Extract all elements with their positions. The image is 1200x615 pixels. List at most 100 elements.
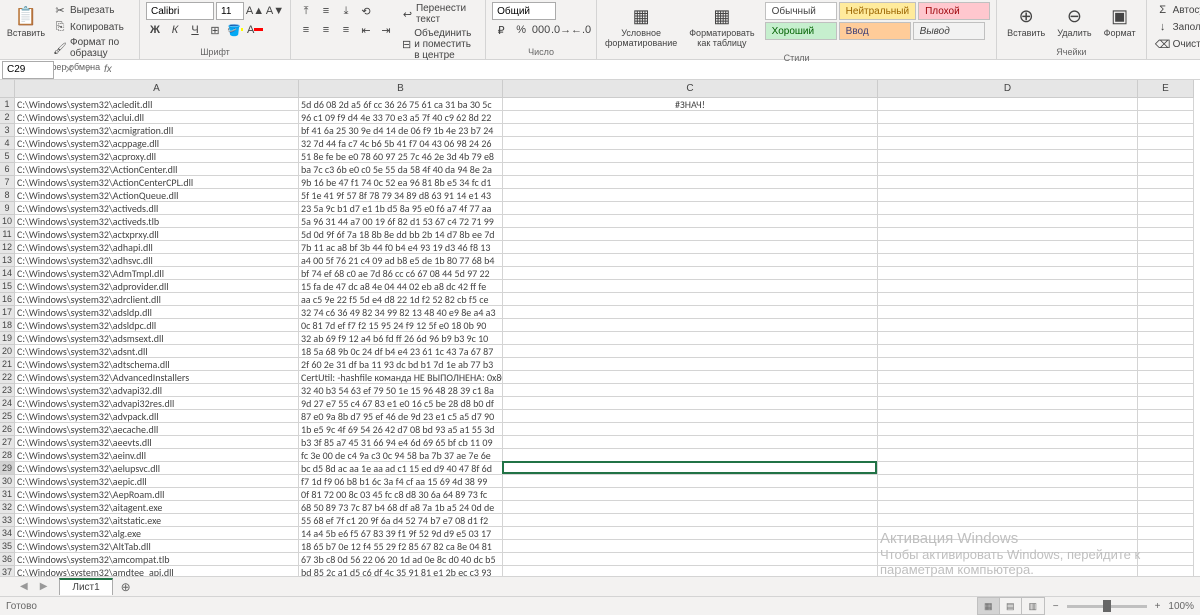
cut-button[interactable]: ✂Вырезать [50, 2, 133, 18]
row-header[interactable]: 1 [0, 98, 15, 111]
row-header[interactable]: 12 [0, 241, 15, 254]
cell[interactable] [878, 228, 1138, 241]
cell[interactable] [1138, 475, 1194, 488]
cell[interactable] [1138, 553, 1194, 566]
fill-button[interactable]: ↓Заполнить [1153, 19, 1200, 35]
cell[interactable] [1138, 449, 1194, 462]
cell[interactable] [503, 462, 878, 475]
cell[interactable] [503, 319, 878, 332]
cell[interactable]: f7 1d f9 06 b8 b1 6c 3a f4 cf aa 15 69 4… [299, 475, 503, 488]
cell[interactable]: 51 8e fe be e0 78 60 97 25 7c 46 2e 3d 4… [299, 150, 503, 163]
cell[interactable]: C:\Windows\system32\acmigration.dll [15, 124, 299, 137]
cell[interactable]: C:\Windows\system32\alg.exe [15, 527, 299, 540]
cell[interactable]: 5a 96 31 44 a7 00 19 6f 82 d1 53 67 c4 7… [299, 215, 503, 228]
cell[interactable]: bd 85 2c a1 d5 c6 df 4c 35 91 81 e1 2b e… [299, 566, 503, 576]
cell-style-good[interactable]: Хороший [765, 22, 837, 40]
cell[interactable]: 23 5a 9c b1 d7 e1 1b d5 8a 95 e0 f6 a7 4… [299, 202, 503, 215]
cell[interactable]: C:\Windows\system32\adsldp.dll [15, 306, 299, 319]
cell[interactable] [503, 215, 878, 228]
cell[interactable]: C:\Windows\system32\adhapi.dll [15, 241, 299, 254]
row-header[interactable]: 34 [0, 527, 15, 540]
zoom-percent[interactable]: 100% [1168, 601, 1194, 612]
view-normal-button[interactable]: ▦ [978, 598, 1000, 614]
cell[interactable] [1138, 150, 1194, 163]
cell[interactable] [878, 163, 1138, 176]
paste-button[interactable]: 📋 Вставить [6, 2, 46, 41]
cell[interactable]: C:\Windows\system32\adhsvc.dll [15, 254, 299, 267]
cell[interactable] [503, 449, 878, 462]
zoom-out-button[interactable]: − [1053, 601, 1059, 612]
col-header-D[interactable]: D [878, 80, 1138, 98]
zoom-in-button[interactable]: + [1155, 601, 1161, 612]
cell[interactable] [1138, 397, 1194, 410]
cell[interactable]: C:\Windows\system32\adprovider.dll [15, 280, 299, 293]
cell[interactable] [878, 384, 1138, 397]
cell[interactable]: C:\Windows\system32\aecache.dll [15, 423, 299, 436]
cell[interactable] [878, 449, 1138, 462]
cell[interactable]: bf 41 6a 25 30 9e d4 14 de 06 f9 1b 4e 2… [299, 124, 503, 137]
cell[interactable] [878, 358, 1138, 371]
cell[interactable] [503, 189, 878, 202]
cell[interactable] [1138, 189, 1194, 202]
border-button[interactable]: ⊞ [206, 21, 224, 39]
align-left-icon[interactable]: ≡ [297, 21, 315, 39]
cell[interactable] [503, 176, 878, 189]
cell[interactable] [1138, 423, 1194, 436]
row-header[interactable]: 10 [0, 215, 15, 228]
cell[interactable] [878, 488, 1138, 501]
cell[interactable] [878, 423, 1138, 436]
cell[interactable] [1138, 202, 1194, 215]
cell[interactable] [878, 553, 1138, 566]
fx-icon[interactable]: fx [104, 64, 112, 75]
align-center-icon[interactable]: ≡ [317, 21, 335, 39]
cell[interactable]: 87 e0 9a 8b d7 95 ef 46 de 9d 23 e1 c5 a… [299, 410, 503, 423]
delete-cells-button[interactable]: ⊖Удалить [1053, 2, 1095, 41]
cell[interactable] [503, 228, 878, 241]
cell[interactable]: 67 3b c8 0d 56 22 06 20 1d ad 0e 8c d0 4… [299, 553, 503, 566]
row-header[interactable]: 32 [0, 501, 15, 514]
cell[interactable] [1138, 319, 1194, 332]
cell[interactable] [503, 280, 878, 293]
cell[interactable]: C:\Windows\system32\activeds.tlb [15, 215, 299, 228]
cell[interactable] [878, 475, 1138, 488]
decrease-font-icon[interactable]: A▼ [266, 2, 284, 20]
cell[interactable]: C:\Windows\system32\actxprxy.dll [15, 228, 299, 241]
cell[interactable]: fc 3e 00 de c4 9a c3 0c 94 58 ba 7b 37 a… [299, 449, 503, 462]
cell[interactable]: C:\Windows\system32\activeds.dll [15, 202, 299, 215]
font-color-button[interactable]: A [246, 21, 264, 39]
col-header-C[interactable]: C [503, 80, 878, 98]
row-header[interactable]: 28 [0, 449, 15, 462]
align-right-icon[interactable]: ≡ [337, 21, 355, 39]
cell[interactable]: 0f 81 72 00 8c 03 45 fc c8 d8 30 6a 64 8… [299, 488, 503, 501]
cell[interactable] [1138, 436, 1194, 449]
row-header[interactable]: 27 [0, 436, 15, 449]
cell[interactable]: ba 7c c3 6b e0 c0 5e 55 da 58 4f 40 da 9… [299, 163, 503, 176]
cell[interactable] [1138, 137, 1194, 150]
cell[interactable] [878, 410, 1138, 423]
cell[interactable] [1138, 501, 1194, 514]
cell[interactable]: 0c 81 7d ef f7 f2 15 95 24 f9 12 5f e0 1… [299, 319, 503, 332]
cell[interactable]: C:\Windows\system32\adrclient.dll [15, 293, 299, 306]
cell[interactable]: C:\Windows\system32\adsnt.dll [15, 345, 299, 358]
cell[interactable] [1138, 124, 1194, 137]
cell[interactable] [1138, 241, 1194, 254]
indent-increase-icon[interactable]: ⇥ [377, 21, 395, 39]
cell[interactable] [1138, 384, 1194, 397]
cell[interactable] [503, 150, 878, 163]
cell-style-normal[interactable]: Обычный [765, 2, 837, 20]
cell[interactable] [503, 410, 878, 423]
cell[interactable] [503, 111, 878, 124]
cell[interactable] [503, 514, 878, 527]
cell[interactable] [503, 306, 878, 319]
row-header[interactable]: 16 [0, 293, 15, 306]
cell[interactable]: C:\Windows\system32\acledit.dll [15, 98, 299, 111]
cell[interactable]: 18 65 b7 0e 12 f4 55 29 f2 85 67 82 ca 8… [299, 540, 503, 553]
row-header[interactable]: 6 [0, 163, 15, 176]
cell[interactable]: 7b 11 ac a8 bf 3b 44 f0 b4 e4 93 19 d3 4… [299, 241, 503, 254]
row-header[interactable]: 19 [0, 332, 15, 345]
row-header[interactable]: 9 [0, 202, 15, 215]
cell[interactable] [1138, 176, 1194, 189]
cell[interactable] [503, 540, 878, 553]
cell[interactable] [503, 423, 878, 436]
format-painter-button[interactable]: 🖌Формат по образцу [50, 36, 133, 60]
